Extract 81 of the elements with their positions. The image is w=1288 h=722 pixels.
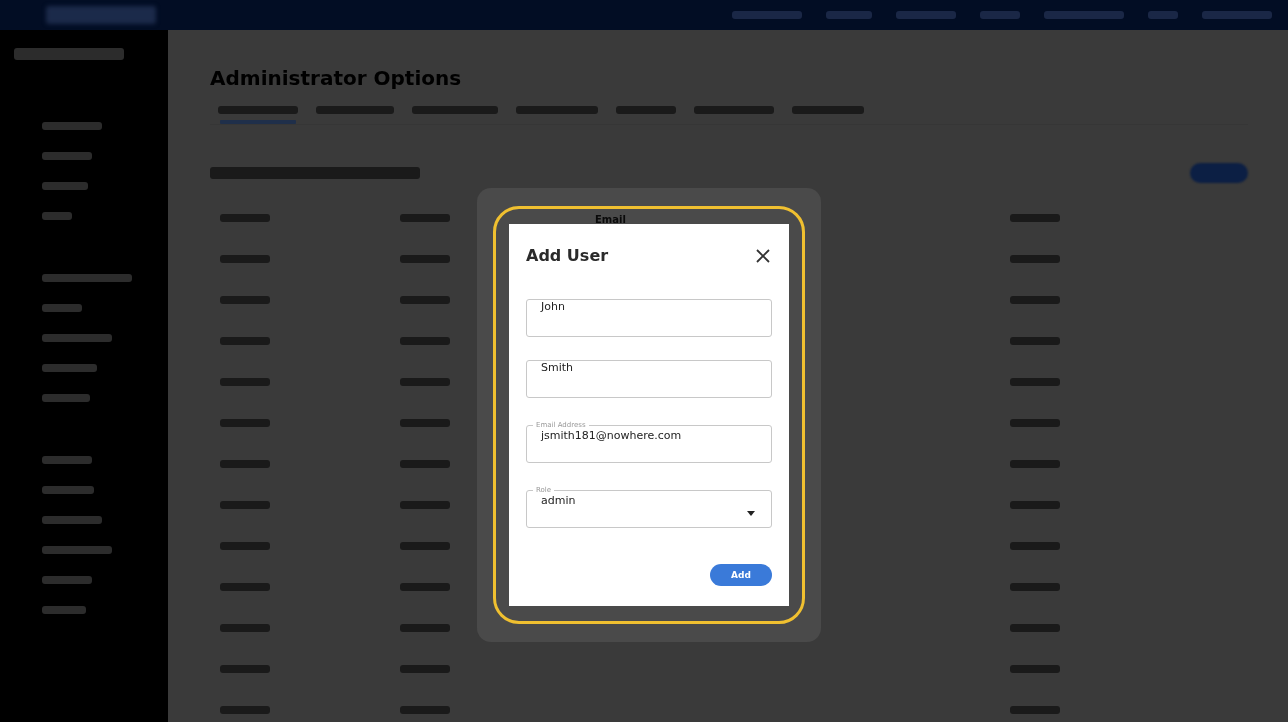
blurred-tab[interactable]	[616, 106, 676, 114]
field-value: John	[541, 300, 565, 313]
blurred-table-cell	[220, 582, 270, 591]
blurred-table-cell	[400, 541, 450, 550]
blurred-sidebar-item[interactable]	[42, 546, 112, 554]
blurred-sidebar-item[interactable]	[42, 576, 92, 584]
blurred-sidebar-item[interactable]	[42, 334, 112, 342]
blurred-table-cell	[220, 418, 270, 427]
blurred-sidebar-item[interactable]	[42, 606, 86, 614]
blurred-table-cell	[1010, 336, 1060, 345]
blurred-sidebar-item[interactable]	[42, 122, 102, 130]
blurred-nav-item[interactable]	[1044, 11, 1124, 19]
input-field[interactable]: Smith	[526, 360, 772, 398]
field-value: admin	[541, 494, 576, 507]
blurred-sidebar-item[interactable]	[42, 516, 102, 524]
blurred-sidebar-item[interactable]	[42, 274, 132, 282]
blurred-table-cell	[400, 623, 450, 632]
blurred-sidebar-item[interactable]	[42, 212, 72, 220]
column-header: Email	[595, 214, 626, 225]
blurred-sidebar-item[interactable]	[42, 152, 92, 160]
blurred-table-cell	[1010, 541, 1060, 550]
blurred-tab[interactable]	[412, 106, 498, 114]
blurred-column-header	[1010, 213, 1060, 222]
blurred-table-cell	[220, 254, 270, 263]
blurred-tab[interactable]	[218, 106, 298, 114]
blurred-column-header	[220, 213, 270, 222]
dialog-title: Add User	[526, 246, 609, 265]
blurred-table-cell	[400, 254, 450, 263]
blurred-tab[interactable]	[694, 106, 774, 114]
close-icon[interactable]	[756, 248, 770, 263]
page-title: Administrator Options	[210, 66, 463, 90]
blurred-table-cell	[1010, 377, 1060, 386]
blurred-table-cell	[1010, 254, 1060, 263]
blurred-nav-item[interactable]	[826, 11, 872, 19]
blurred-nav-item[interactable]	[732, 11, 802, 19]
blurred-sidebar-item[interactable]	[42, 182, 88, 190]
blurred-table-cell	[1010, 295, 1060, 304]
add-button[interactable]: Add	[710, 564, 772, 586]
blurred-table-cell	[1010, 500, 1060, 509]
blurred-table-cell	[220, 705, 270, 714]
blurred-column-header	[400, 213, 450, 222]
blurred-table-cell	[400, 295, 450, 304]
blurred-table-cell	[400, 664, 450, 673]
blurred-table-cell	[400, 705, 450, 714]
blurred-table-cell	[1010, 664, 1060, 673]
caret-icon	[747, 511, 755, 516]
blurred-sidebar-item[interactable]	[42, 394, 90, 402]
blurred-table-cell	[220, 336, 270, 345]
blurred-sidebar-item[interactable]	[42, 456, 92, 464]
blurred-nav-item[interactable]	[896, 11, 956, 19]
field-value: jsmith181@nowhere.com	[541, 429, 682, 442]
blurred-nav-item[interactable]	[980, 11, 1020, 19]
blurred-nav-item[interactable]	[1202, 11, 1272, 19]
blurred-table-cell	[220, 541, 270, 550]
blurred-table-cell	[220, 664, 270, 673]
input-field[interactable]: John	[526, 299, 772, 337]
blurred-button[interactable]	[1190, 163, 1248, 183]
blurred-table-cell	[1010, 418, 1060, 427]
blurred-table-cell	[400, 500, 450, 509]
blurred-table-cell	[220, 377, 270, 386]
blurred-sidebar-item[interactable]	[42, 364, 97, 372]
blurred-table-cell	[400, 459, 450, 468]
blurred-table-cell	[1010, 705, 1060, 714]
blurred-table-cell	[220, 295, 270, 304]
blurred-sidebar-item[interactable]	[42, 304, 82, 312]
blurred-sidebar-item[interactable]	[42, 486, 94, 494]
blurred-table-cell	[400, 336, 450, 345]
blurred-table-cell	[220, 459, 270, 468]
blurred-nav-item[interactable]	[1148, 11, 1178, 19]
blurred-table-cell	[1010, 459, 1060, 468]
blurred-table-cell	[1010, 582, 1060, 591]
blurred-table-cell	[400, 582, 450, 591]
blurred-table-cell	[220, 623, 270, 632]
blurred-table-cell	[1010, 623, 1060, 632]
blurred-tab[interactable]	[516, 106, 598, 114]
blurred-table-cell	[400, 377, 450, 386]
blurred-table-cell	[220, 500, 270, 509]
blurred-tab[interactable]	[792, 106, 864, 114]
field-value: Smith	[541, 361, 574, 374]
blurred-table-cell	[400, 418, 450, 427]
blurred-tab[interactable]	[316, 106, 394, 114]
